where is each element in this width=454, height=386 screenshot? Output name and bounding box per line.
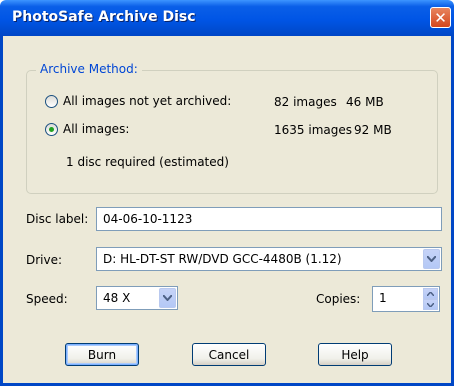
close-icon: ✕ xyxy=(434,8,447,27)
copies-decrement-button[interactable] xyxy=(423,299,438,310)
radio-all-images[interactable]: All images: xyxy=(45,122,129,136)
chevron-down-icon xyxy=(427,302,434,307)
drive-select-value: D: HL-DT-ST RW/DVD GCC-4480B (1.12) xyxy=(103,252,342,266)
copies-value: 1 xyxy=(379,291,387,305)
speed-select[interactable]: 48 X xyxy=(96,286,178,310)
archive-disc-dialog: PhotoSafe Archive Disc ✕ Archive Method:… xyxy=(0,0,454,386)
title-bar[interactable]: PhotoSafe Archive Disc ✕ xyxy=(0,0,454,36)
radio-all-images-label: All images: xyxy=(63,122,130,136)
chevron-down-icon xyxy=(427,256,436,262)
radio-not-yet-archived-button[interactable] xyxy=(45,94,58,108)
chevron-up-icon xyxy=(427,291,434,296)
radio-not-yet-archived-label: All images not yet archived: xyxy=(63,94,232,108)
window-title: PhotoSafe Archive Disc xyxy=(12,9,196,25)
radio-all-images-button[interactable] xyxy=(45,122,58,136)
drive-caption: Drive: xyxy=(26,253,63,267)
radio-not-yet-archived[interactable]: All images not yet archived: xyxy=(45,94,231,108)
not-yet-archived-size: 46 MB xyxy=(346,95,384,109)
all-images-size: 92 MB xyxy=(354,123,392,137)
help-button[interactable]: Help xyxy=(318,343,392,366)
copies-caption: Copies: xyxy=(316,292,361,306)
drive-dropdown-button[interactable] xyxy=(423,249,440,269)
disc-label-caption: Disc label: xyxy=(26,212,89,226)
disc-label-field[interactable]: 04-06-10-1123 xyxy=(96,207,442,231)
disc-estimate-text: 1 disc required (estimated) xyxy=(66,155,229,169)
burn-button[interactable]: Burn xyxy=(65,343,139,366)
chevron-down-icon xyxy=(163,295,172,301)
archive-method-legend: Archive Method: xyxy=(36,62,142,76)
all-images-count: 1635 images xyxy=(274,123,352,137)
copies-spinner[interactable]: 1 xyxy=(372,286,440,312)
drive-select[interactable]: D: HL-DT-ST RW/DVD GCC-4480B (1.12) xyxy=(96,247,442,271)
not-yet-archived-count: 82 images xyxy=(274,95,337,109)
cancel-button[interactable]: Cancel xyxy=(192,343,266,366)
speed-dropdown-button[interactable] xyxy=(159,288,176,308)
copies-spin-buttons[interactable] xyxy=(423,288,438,310)
close-button[interactable]: ✕ xyxy=(430,7,451,28)
copies-increment-button[interactable] xyxy=(423,288,438,299)
speed-select-value: 48 X xyxy=(103,291,131,305)
speed-caption: Speed: xyxy=(26,292,68,306)
